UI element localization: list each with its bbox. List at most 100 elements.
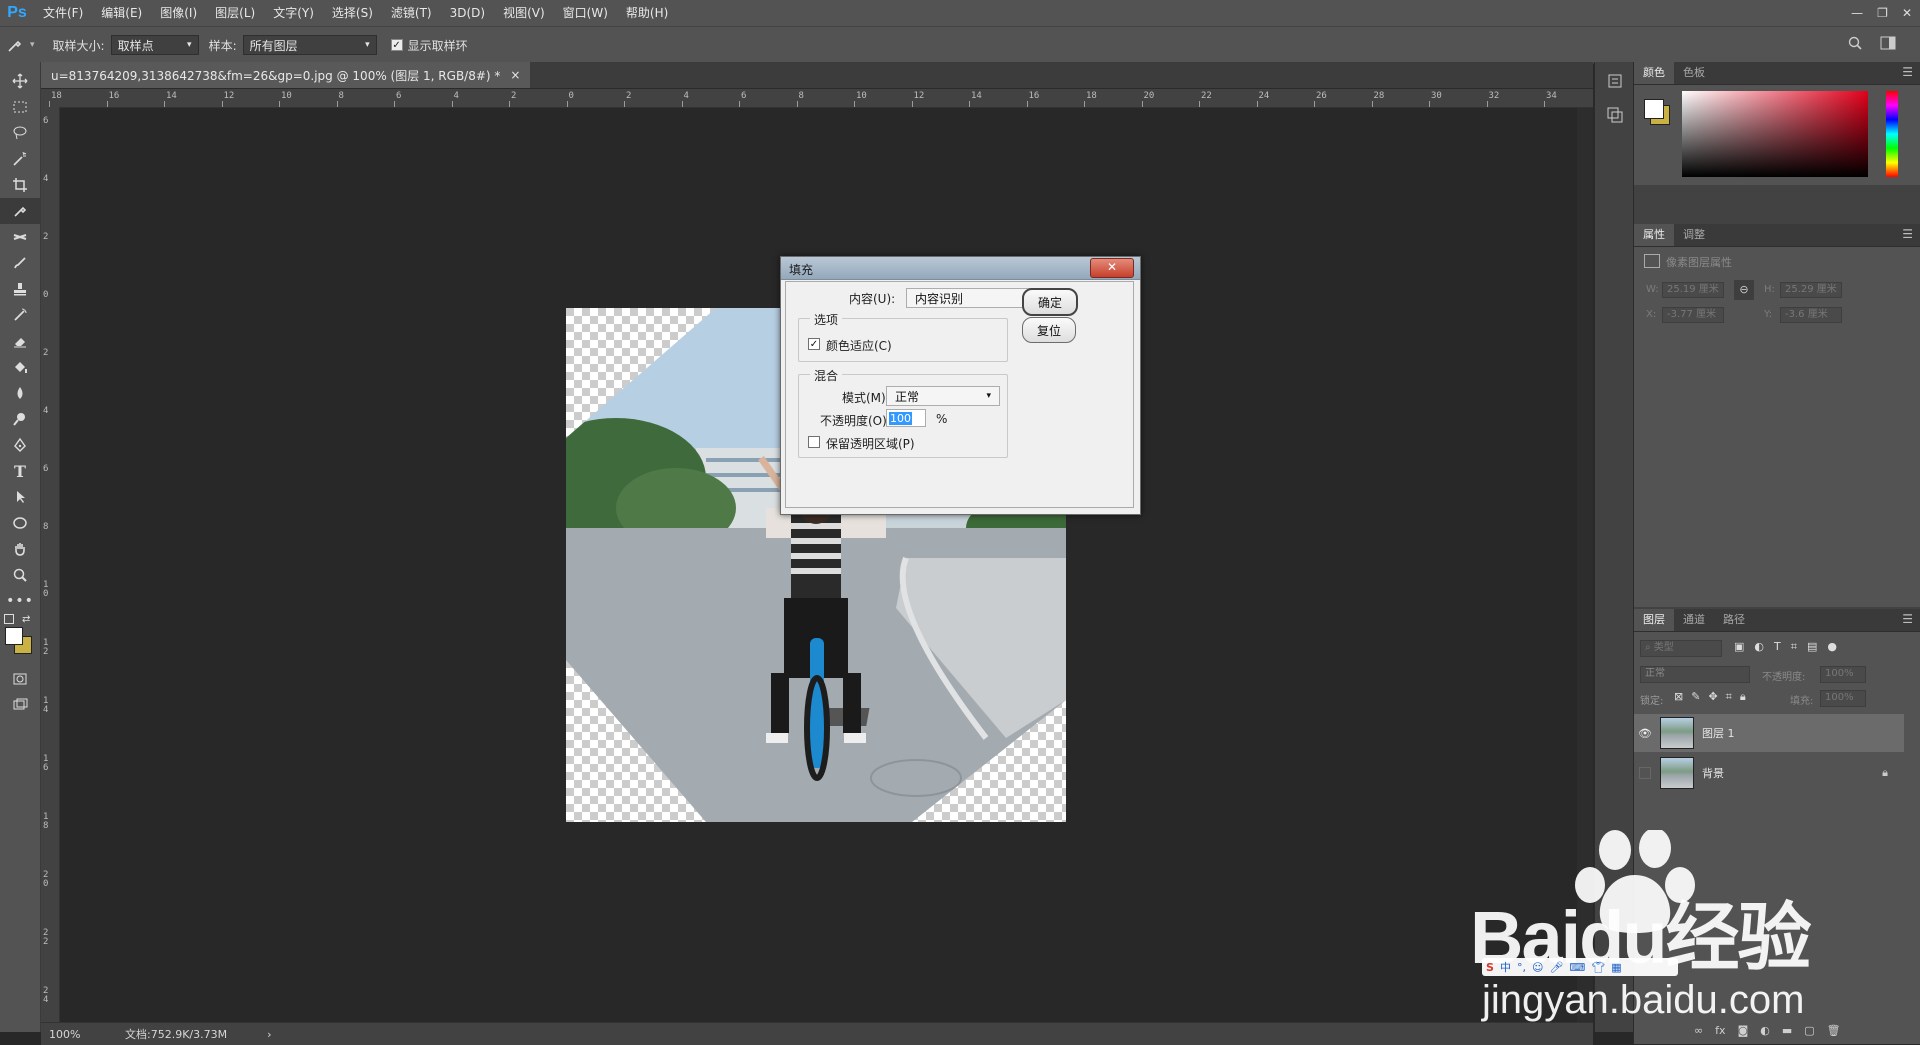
search-icon[interactable] <box>1848 36 1862 53</box>
healing-brush-tool-icon[interactable] <box>0 224 40 250</box>
lasso-tool-icon[interactable] <box>0 120 40 146</box>
foreground-color-swatch[interactable] <box>5 627 23 645</box>
tab-color[interactable]: 颜色 <box>1634 62 1674 84</box>
swap-colors-icon[interactable]: ⇄ <box>22 614 30 625</box>
lock-position-icon[interactable]: ✥ <box>1708 690 1717 704</box>
menu-item[interactable]: 帮助(H) <box>617 0 677 26</box>
ime-emoji-icon[interactable]: ☺ <box>1532 961 1543 974</box>
eyedropper-tool-icon[interactable] <box>0 198 40 224</box>
lock-transparent-icon[interactable]: ⊠ <box>1674 690 1683 704</box>
ellipse-tool-icon[interactable] <box>0 510 40 536</box>
paint-bucket-tool-icon[interactable] <box>0 354 40 380</box>
eraser-tool-icon[interactable] <box>0 328 40 354</box>
tab-paths[interactable]: 路径 <box>1714 609 1754 631</box>
crop-tool-icon[interactable] <box>0 172 40 198</box>
document-tab[interactable]: u=813764209,3138642738&fm=26&gp=0.jpg @ … <box>41 62 531 88</box>
layer-filter-select[interactable]: ⌕ 类型 <box>1640 640 1722 657</box>
ime-keyboard-icon[interactable]: ⌨ <box>1569 961 1585 974</box>
fill-dialog-close-icon[interactable]: ✕ <box>1090 258 1134 278</box>
visibility-toggle[interactable] <box>1634 767 1656 779</box>
fill-dialog-titlebar[interactable]: 填充 ✕ <box>781 257 1140 280</box>
tab-properties[interactable]: 属性 <box>1634 224 1674 246</box>
ime-voice-icon[interactable]: 🎤︎ <box>1549 961 1563 974</box>
path-selection-tool-icon[interactable] <box>0 484 40 510</box>
filter-pixel-icon[interactable]: ▣ <box>1734 640 1744 654</box>
menu-item[interactable]: 窗口(W) <box>554 0 617 26</box>
layer-lock-icon[interactable]: 🔒︎ <box>1882 766 1888 780</box>
document-info[interactable]: 文档:752.9K/3.73M <box>125 1026 227 1042</box>
filter-toggle-icon[interactable]: ● <box>1827 640 1837 654</box>
lock-all-icon[interactable]: 🔒︎ <box>1740 690 1746 704</box>
filter-type-icon[interactable]: T <box>1774 640 1781 654</box>
sample-size-select[interactable]: 取样点 ▾ <box>110 35 199 55</box>
layer-opacity-field[interactable]: 100% <box>1820 666 1866 683</box>
reset-button[interactable]: 复位 <box>1022 317 1076 343</box>
filter-shape-icon[interactable]: ⌗ <box>1791 640 1797 654</box>
hue-slider[interactable] <box>1886 91 1898 177</box>
dodge-tool-icon[interactable] <box>0 406 40 432</box>
panel-foreground-swatch[interactable] <box>1644 99 1664 119</box>
menu-item[interactable]: 视图(V) <box>494 0 554 26</box>
ime-chinese-icon[interactable]: 中 <box>1500 959 1511 975</box>
visibility-eye-icon[interactable]: 👁︎ <box>1634 727 1656 740</box>
preserve-transparency-checkbox[interactable] <box>808 436 820 448</box>
clone-stamp-tool-icon[interactable] <box>0 276 40 302</box>
history-brush-tool-icon[interactable] <box>0 302 40 328</box>
ime-punct-icon[interactable]: °, <box>1517 961 1526 974</box>
sogou-icon[interactable]: S <box>1486 961 1494 974</box>
pen-tool-icon[interactable] <box>0 432 40 458</box>
link-dimensions-icon[interactable]: ⊖ <box>1734 280 1754 300</box>
filter-smart-object-icon[interactable]: ▤ <box>1807 640 1817 654</box>
menu-item[interactable]: 图层(L) <box>206 0 264 26</box>
horizontal-ruler[interactable]: 18 16 14 12 10 8 6 4 2 0 2 4 6 8 10 12 14 16 18 20 22 24 26 28 3… <box>41 89 1593 108</box>
zoom-level[interactable]: 100% <box>49 1028 109 1041</box>
layer-row[interactable]: 👁︎ 图层 1 <box>1634 714 1904 752</box>
default-colors-icon[interactable] <box>4 614 14 624</box>
lock-artboard-icon[interactable]: ⌗ <box>1726 690 1732 704</box>
hand-tool-icon[interactable] <box>0 536 40 562</box>
zoom-tool-icon[interactable] <box>0 562 40 588</box>
tab-layers[interactable]: 图层 <box>1634 609 1674 631</box>
minimize-button[interactable]: — <box>1851 6 1863 20</box>
show-ring-checkbox[interactable]: ✓ <box>390 39 403 51</box>
menu-item[interactable]: 选择(S) <box>323 0 382 26</box>
properties-panel-icon[interactable] <box>1606 106 1624 127</box>
layer-row[interactable]: 背景 🔒︎ <box>1634 754 1904 792</box>
workspace-icon[interactable] <box>1880 36 1896 53</box>
more-tools-icon[interactable]: ••• <box>0 588 40 614</box>
x-field[interactable]: -3.77 厘米 <box>1662 307 1724 323</box>
lock-pixels-icon[interactable]: ✎ <box>1691 690 1700 704</box>
blur-tool-icon[interactable] <box>0 380 40 406</box>
tab-swatches[interactable]: 色板 <box>1674 62 1714 84</box>
layers-panel-menu-icon[interactable]: ☰ <box>1902 612 1913 626</box>
restore-button[interactable]: ❐ <box>1877 6 1888 20</box>
color-adapt-checkbox[interactable]: ✓ <box>808 338 820 350</box>
fill-field[interactable]: 100% <box>1820 690 1866 707</box>
magic-wand-tool-icon[interactable] <box>0 146 40 172</box>
eyedropper-preset-icon[interactable] <box>0 37 30 53</box>
menu-item[interactable]: 文字(Y) <box>264 0 323 26</box>
sample-select[interactable]: 所有图层 ▾ <box>242 35 377 55</box>
mode-select[interactable]: 正常 ▾ <box>886 386 1000 406</box>
status-arrow-icon[interactable]: › <box>267 1028 271 1041</box>
tab-channels[interactable]: 通道 <box>1674 609 1714 631</box>
width-field[interactable]: 25.19 厘米 <box>1662 282 1724 298</box>
menu-item[interactable]: 3D(D) <box>441 0 494 26</box>
blend-mode-select[interactable]: 正常 <box>1640 666 1750 683</box>
type-tool-icon[interactable]: T <box>0 458 40 484</box>
color-field[interactable] <box>1682 91 1868 177</box>
move-tool-icon[interactable] <box>0 68 40 94</box>
menu-item[interactable]: 图像(I) <box>151 0 206 26</box>
properties-panel-menu-icon[interactable]: ☰ <box>1902 227 1913 241</box>
y-field[interactable]: -3.6 厘米 <box>1780 307 1842 323</box>
marquee-tool-icon[interactable] <box>0 94 40 120</box>
filter-adjustment-icon[interactable]: ◐ <box>1754 640 1764 654</box>
ime-tools-icon[interactable]: ▦ <box>1611 961 1621 974</box>
close-button[interactable]: ✕ <box>1902 6 1912 20</box>
ime-skin-icon[interactable]: 👕︎ <box>1591 961 1605 974</box>
menu-item[interactable]: 滤镜(T) <box>382 0 441 26</box>
tab-adjustments[interactable]: 调整 <box>1674 224 1714 246</box>
ok-button[interactable]: 确定 <box>1022 288 1078 316</box>
document-tab-close-icon[interactable]: × <box>510 68 520 82</box>
vertical-ruler[interactable]: 6 4 2 0 2 4 6 8 1 0 1 2 1 4 1 6 1 8 2 0 2 2 2 4 <box>41 107 60 1023</box>
